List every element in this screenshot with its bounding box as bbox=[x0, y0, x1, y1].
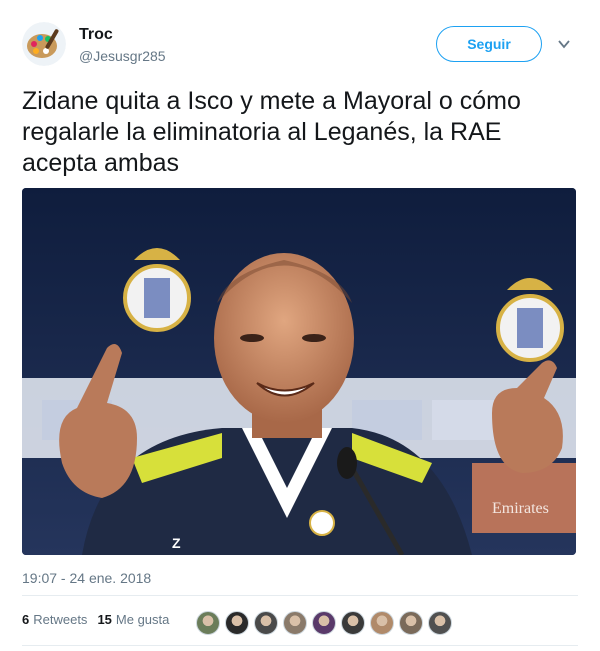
liker-avatar[interactable] bbox=[312, 611, 336, 635]
likers-avatars bbox=[196, 611, 457, 635]
follow-button[interactable]: Seguir bbox=[436, 26, 542, 62]
user-avatar[interactable] bbox=[22, 22, 66, 66]
liker-avatar[interactable] bbox=[196, 611, 220, 635]
chevron-down-icon[interactable] bbox=[557, 37, 571, 51]
divider bbox=[22, 595, 578, 596]
tweet-text: Zidane quita a Isco y mete a Mayoral o c… bbox=[22, 87, 521, 177]
palette-icon bbox=[22, 22, 66, 66]
retweets-label: Retweets bbox=[33, 612, 88, 627]
tweet-photo[interactable]: Emirates Z bbox=[22, 188, 576, 555]
liker-avatar[interactable] bbox=[225, 611, 249, 635]
likes-count: 15 bbox=[97, 612, 112, 627]
liker-avatar[interactable] bbox=[428, 611, 452, 635]
user-handle[interactable]: @Jesusgr285 bbox=[79, 48, 166, 64]
likes-stat[interactable]: 15 Me gusta bbox=[97, 612, 169, 627]
retweets-stat[interactable]: 6 Retweets bbox=[22, 612, 87, 627]
likes-label: Me gusta bbox=[115, 612, 170, 627]
press-conference-photo: Emirates Z bbox=[22, 188, 576, 555]
user-name[interactable]: Troc bbox=[79, 26, 113, 44]
tweet-timestamp[interactable]: 19:07 - 24 ene. 2018 bbox=[22, 570, 151, 586]
tweet-stats: 6 Retweets 15 Me gusta bbox=[22, 612, 179, 627]
divider bbox=[22, 645, 578, 646]
tweet-header: Troc @Jesusgr285 Seguir bbox=[0, 0, 600, 80]
sponsor-text: Emirates bbox=[492, 500, 549, 517]
liker-avatar[interactable] bbox=[341, 611, 365, 635]
liker-avatar[interactable] bbox=[283, 611, 307, 635]
liker-avatar[interactable] bbox=[254, 611, 278, 635]
jersey-letter: Z bbox=[172, 535, 181, 551]
retweets-count: 6 bbox=[22, 612, 30, 627]
liker-avatar[interactable] bbox=[370, 611, 394, 635]
liker-avatar[interactable] bbox=[399, 611, 423, 635]
